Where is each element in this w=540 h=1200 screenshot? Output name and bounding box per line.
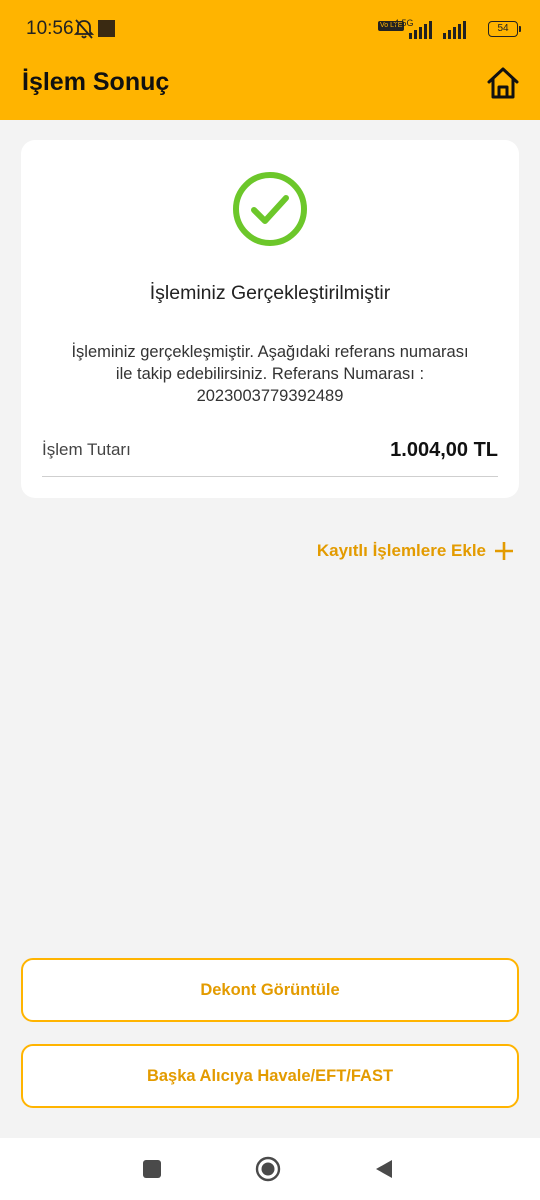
status-time: 10:56: [26, 18, 74, 39]
divider: [42, 476, 498, 477]
battery-icon: 54: [488, 21, 521, 37]
check-circle-icon: [233, 172, 307, 246]
view-receipt-label: Dekont Görüntüle: [200, 980, 340, 999]
muted-bell-icon: [74, 19, 94, 39]
back-triangle-icon[interactable]: [373, 1158, 395, 1180]
signal-icon: [409, 21, 432, 39]
result-message: İşleminiz gerçekleşmiştir. Aşağıdaki ref…: [71, 343, 469, 405]
page-title: İşlem Sonuç: [22, 68, 170, 96]
amount-value: 1.004,00 TL: [390, 439, 498, 461]
notification-icon: [98, 20, 115, 37]
system-nav-bar: [0, 1138, 540, 1200]
status-bar: 10:56 Vo LTE 4.5G 54: [0, 0, 540, 58]
home-icon[interactable]: [486, 66, 520, 100]
transfer-again-button[interactable]: Başka Alıcıya Havale/EFT/FAST: [21, 1044, 519, 1108]
recents-button[interactable]: [143, 1160, 161, 1178]
success-title: İşleminiz Gerçekleştirilmiştir: [149, 282, 391, 304]
home-circle-icon[interactable]: [255, 1156, 281, 1182]
app-header: 10:56 Vo LTE 4.5G 54 İşlem Sonuç: [0, 0, 540, 120]
view-receipt-button[interactable]: Dekont Görüntüle: [21, 958, 519, 1022]
transfer-again-label: Başka Alıcıya Havale/EFT/FAST: [146, 1066, 394, 1085]
add-to-saved-link[interactable]: Kayıtlı İşlemlere Ekle: [317, 540, 514, 562]
status-icons: Vo LTE 4.5G 54: [378, 17, 521, 41]
plus-icon: [495, 542, 513, 560]
amount-label: İşlem Tutarı: [42, 440, 131, 459]
add-to-saved-label: Kayıtlı İşlemlere Ekle: [316, 541, 486, 560]
signal-icon: [443, 21, 466, 39]
result-card: İşleminiz Gerçekleştirilmiştir İşleminiz…: [21, 140, 519, 498]
